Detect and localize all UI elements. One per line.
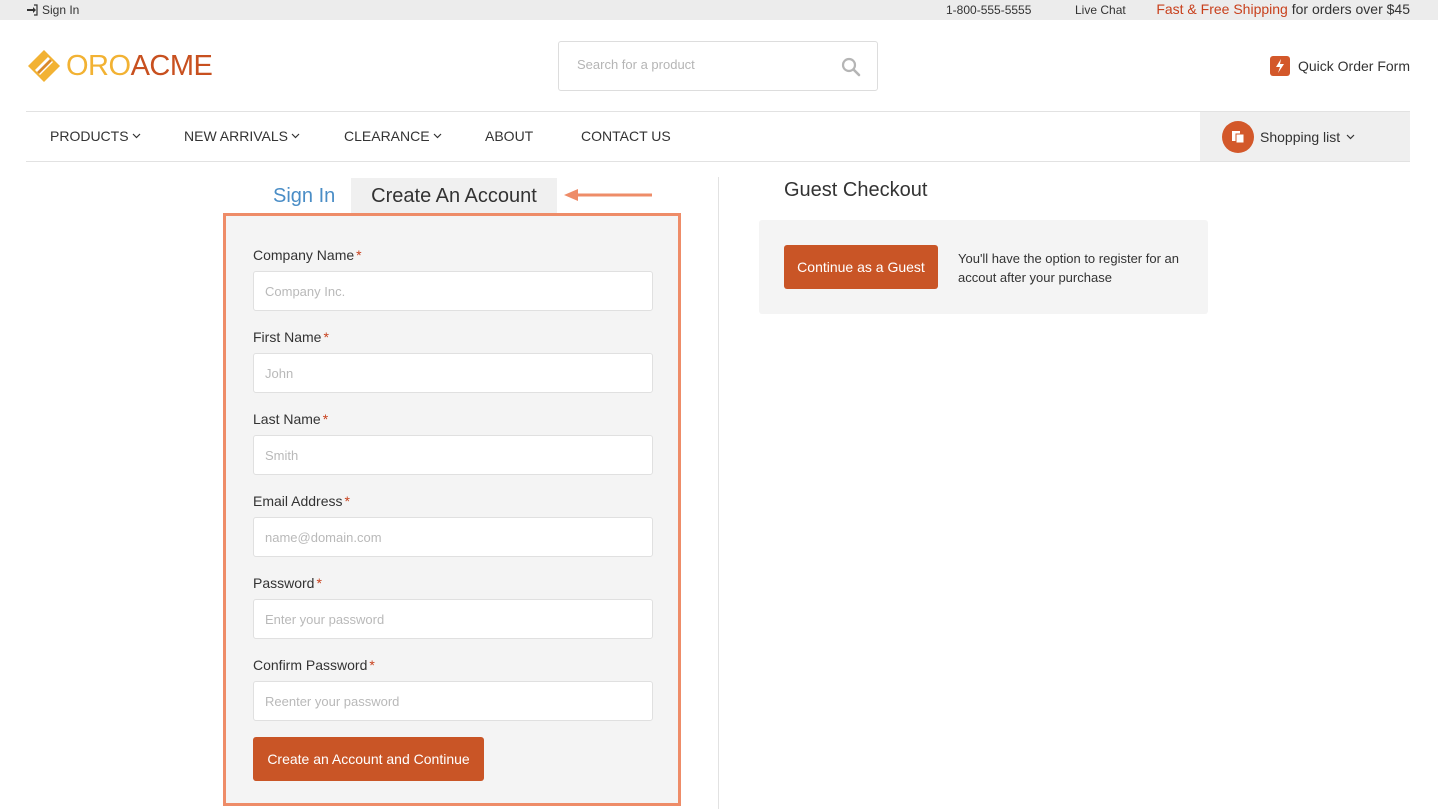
shipping-promo: Fast & Free Shipping for orders over $45	[1156, 1, 1410, 17]
field-label-text: Last Name	[253, 411, 321, 427]
guest-checkout-panel: Continue as a Guest You'll have the opti…	[759, 220, 1208, 314]
first-name-field[interactable]	[253, 353, 653, 393]
guest-checkout-note: You'll have the option to register for a…	[958, 251, 1179, 285]
site-logo[interactable]: OROACME	[26, 48, 213, 84]
quick-order-form-label: Quick Order Form	[1297, 58, 1410, 74]
password-field[interactable]	[253, 599, 653, 639]
chevron-down-icon	[132, 133, 140, 139]
nav-item-contact-us[interactable]: CONTACT US	[581, 128, 671, 144]
nav-item-new-arrivals[interactable]: NEW ARRIVALS	[184, 128, 300, 144]
search-input[interactable]	[577, 57, 827, 72]
sign-in-icon	[27, 4, 38, 16]
nav-item-label: PRODUCTS	[50, 128, 129, 144]
chevron-down-icon	[1346, 134, 1355, 139]
password-label: Password *	[253, 575, 322, 591]
required-marker: *	[316, 575, 322, 591]
continue-as-guest-button[interactable]: Continue as a Guest	[784, 245, 938, 289]
nav-item-clearance[interactable]: CLEARANCE	[344, 128, 442, 144]
confirm-password-field[interactable]	[253, 681, 653, 721]
sign-in-label: Sign In	[42, 3, 80, 17]
first-name-label: First Name *	[253, 329, 329, 345]
last-name-label: Last Name *	[253, 411, 328, 427]
annotation-arrow-icon	[564, 189, 652, 201]
nav-item-about[interactable]: ABOUT	[485, 128, 533, 144]
logo-text: OROACME	[66, 49, 213, 83]
nav-item-label: NEW ARRIVALS	[184, 128, 288, 144]
field-label-text: Confirm Password	[253, 657, 368, 673]
top-sign-in-link[interactable]: Sign In	[26, 3, 79, 17]
field-label-text: Password	[253, 575, 315, 591]
confirm-password-label: Confirm Password *	[253, 657, 375, 673]
shopping-list-dropdown[interactable]: Shopping list	[1200, 112, 1410, 161]
required-marker: *	[356, 247, 362, 263]
shopping-list-icon	[1222, 120, 1254, 153]
required-marker: *	[322, 411, 329, 427]
search-icon[interactable]	[841, 57, 861, 77]
column-divider	[718, 177, 719, 809]
nav-item-label: ABOUT	[485, 128, 534, 144]
guest-checkout-title: Guest Checkout	[784, 179, 928, 201]
nav-item-label: CONTACT US	[581, 128, 671, 144]
nav-item-label: CLEARANCE	[344, 128, 430, 144]
email-field[interactable]	[253, 517, 653, 557]
main-navigation: PRODUCTS NEW ARRIVALS CLEARANCE ABOUT CO…	[26, 111, 1410, 162]
create-account-button[interactable]: Create an Account and Continue	[253, 737, 484, 781]
tab-create-account-label: Create An Account	[371, 185, 537, 207]
chevron-down-icon	[433, 133, 442, 139]
logo-text-acme: ACME	[130, 49, 213, 82]
field-label-text: Email Address	[253, 493, 343, 509]
lightning-icon	[1269, 56, 1290, 76]
search-box	[558, 41, 878, 91]
chevron-down-icon	[291, 133, 300, 139]
top-bar: Sign In 1-800-555-5555 Live Chat Fast & …	[0, 0, 1438, 20]
tab-sign-in[interactable]: Sign In	[273, 185, 335, 208]
nav-item-products[interactable]: PRODUCTS	[50, 128, 141, 144]
company-name-field[interactable]	[253, 271, 653, 311]
field-label-text: First Name	[253, 329, 322, 345]
phone-number[interactable]: 1-800-555-5555	[946, 3, 1031, 17]
logo-text-oro: ORO	[66, 49, 131, 82]
company-name-label: Company Name *	[253, 247, 362, 263]
shipping-promo-text: for orders over $45	[1287, 1, 1410, 17]
last-name-field[interactable]	[253, 435, 653, 475]
shipping-promo-highlight[interactable]: Fast & Free Shipping	[1156, 1, 1288, 17]
required-marker: *	[369, 657, 375, 673]
create-account-form: Company Name* First Name* Last Name* Ema…	[223, 213, 681, 806]
live-chat-link[interactable]: Live Chat	[1075, 3, 1126, 17]
tab-create-account[interactable]: Create An Account	[351, 178, 557, 215]
field-label-text: Company Name	[253, 247, 355, 263]
quick-order-form-link[interactable]: Quick Order Form	[1269, 56, 1410, 76]
required-marker: *	[323, 329, 329, 345]
logo-mark-icon	[28, 50, 60, 82]
email-address-label: Email Address *	[253, 493, 350, 509]
required-marker: *	[344, 493, 350, 509]
shopping-list-label: Shopping list	[1260, 128, 1341, 145]
